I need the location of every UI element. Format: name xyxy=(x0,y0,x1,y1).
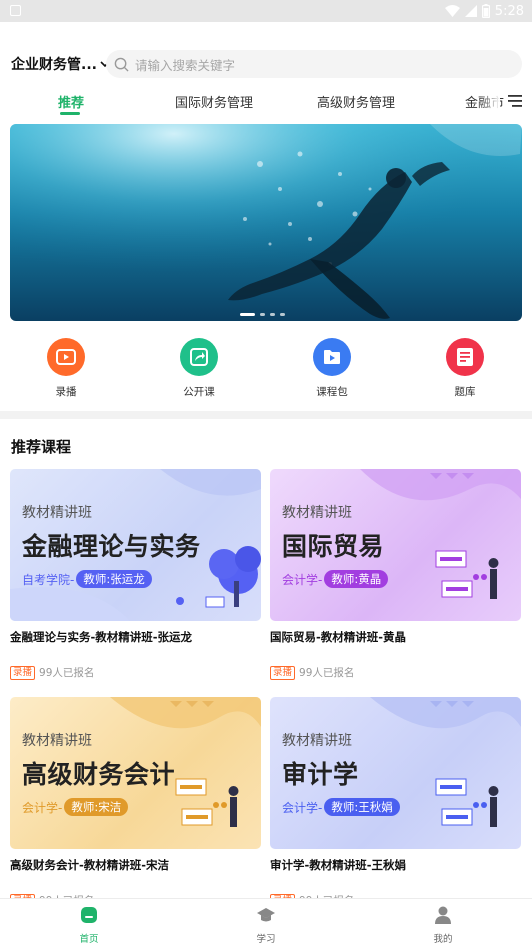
status-bar: 5:28 xyxy=(0,0,532,22)
course-cover: 教材精讲班 审计学 会计学- 教师:王秋娟 xyxy=(270,697,521,849)
category-label: 企业财务管... xyxy=(11,57,97,73)
carousel-dot[interactable] xyxy=(270,313,275,316)
bottom-nav: 首页 学习 我的 xyxy=(0,898,532,944)
course-name: 金融理论与实务-教材精讲班-张运龙 xyxy=(10,630,193,644)
cover-school: 自考学院- xyxy=(22,572,75,587)
tab-fade xyxy=(480,90,500,116)
nav-home[interactable]: 首页 xyxy=(59,905,119,944)
category-tabs: 推荐 国际财务管理 高级财务管理 金融市 xyxy=(0,86,532,120)
graduation-cap-icon xyxy=(257,908,275,922)
nav-label: 我的 xyxy=(433,934,453,944)
carousel-dot[interactable] xyxy=(260,313,265,316)
quick-link-label: 录播 xyxy=(55,386,77,398)
cover-label: 教材精讲班 xyxy=(282,505,352,521)
course-card[interactable]: 教材精讲班 审计学 会计学- 教师:王秋娟 审计学-教材精讲班-王秋娟 录播 9… xyxy=(270,697,521,908)
active-tab-indicator xyxy=(60,112,80,115)
wifi-icon xyxy=(444,5,460,17)
course-meta: 录播 99人已报名 xyxy=(270,665,354,680)
banner-image xyxy=(10,124,522,321)
course-name: 高级财务会计-教材精讲班-宋洁 xyxy=(10,858,170,872)
course-cover: 教材精讲班 高级财务会计 会计学- 教师:宋洁 xyxy=(10,697,261,849)
search-input[interactable]: 请输入搜索关键字 xyxy=(135,55,235,74)
banner-carousel[interactable] xyxy=(10,124,522,321)
cover-subtitle: 自考学院- 教师:张运龙 xyxy=(22,570,152,588)
section-divider xyxy=(0,411,532,419)
quick-link-question-bank[interactable]: 题库 xyxy=(430,338,500,399)
quick-link-label: 课程包 xyxy=(316,386,348,398)
recorded-tag: 录播 xyxy=(10,665,36,680)
teacher-badge: 教师:宋洁 xyxy=(64,798,129,816)
nav-study[interactable]: 学习 xyxy=(236,905,296,944)
notification-icon xyxy=(10,5,21,16)
menu-icon[interactable] xyxy=(506,94,524,108)
cover-label: 教材精讲班 xyxy=(22,505,92,521)
battery-icon xyxy=(481,4,490,18)
enrolled-count: 99人已报名 xyxy=(299,667,355,679)
cover-title: 高级财务会计 xyxy=(22,760,176,789)
category-selector[interactable]: 企业财务管... xyxy=(11,54,110,74)
course-cover: 教材精讲班 国际贸易 会计学- 教师:黄晶 xyxy=(270,469,521,621)
document-icon xyxy=(446,338,484,376)
recorded-tag: 录播 xyxy=(270,665,296,680)
status-icons: 5:28 xyxy=(444,3,524,19)
cover-label: 教材精讲班 xyxy=(22,733,92,749)
teacher-badge: 教师:张运龙 xyxy=(76,570,152,588)
teacher-badge: 教师:黄晶 xyxy=(324,570,389,588)
signal-icon xyxy=(464,5,477,17)
course-card[interactable]: 教材精讲班 高级财务会计 会计学- 教师:宋洁 高级财务会计-教材精讲班-宋洁 … xyxy=(10,697,261,908)
cover-subtitle: 会计学- 教师:黄晶 xyxy=(282,570,389,588)
course-name: 国际贸易-教材精讲班-黄晶 xyxy=(270,630,407,644)
cover-school: 会计学- xyxy=(282,800,323,815)
nav-label: 首页 xyxy=(79,934,99,944)
home-icon xyxy=(81,907,97,923)
cover-title: 审计学 xyxy=(282,760,359,789)
course-card[interactable]: 教材精讲班 国际贸易 会计学- 教师:黄晶 国际贸易-教材精讲班-黄晶 录播 9… xyxy=(270,469,521,680)
quick-link-label: 题库 xyxy=(454,386,476,398)
nav-profile[interactable]: 我的 xyxy=(413,905,473,944)
search-bar[interactable]: 请输入搜索关键字 xyxy=(106,50,522,78)
course-cover: 教材精讲班 金融理论与实务 自考学院- 教师:张运龙 xyxy=(10,469,261,621)
quick-link-label: 公开课 xyxy=(183,386,215,398)
cover-title: 金融理论与实务 xyxy=(22,532,201,561)
video-icon xyxy=(47,338,85,376)
cover-school: 会计学- xyxy=(22,800,63,815)
carousel-dot[interactable] xyxy=(240,313,255,316)
nav-label: 学习 xyxy=(256,934,276,944)
share-icon xyxy=(180,338,218,376)
quick-link-course-pack[interactable]: 课程包 xyxy=(297,338,367,399)
cover-label: 教材精讲班 xyxy=(282,733,352,749)
course-name: 审计学-教材精讲班-王秋娟 xyxy=(270,858,407,872)
quick-link-open-class[interactable]: 公开课 xyxy=(164,338,234,399)
section-title: 推荐课程 xyxy=(11,438,72,456)
carousel-dot[interactable] xyxy=(280,313,285,316)
video-folder-icon xyxy=(313,338,351,376)
enrolled-count: 99人已报名 xyxy=(39,667,95,679)
search-icon xyxy=(114,57,129,72)
tab-recommended[interactable]: 推荐 xyxy=(58,92,84,111)
cover-subtitle: 会计学- 教师:宋洁 xyxy=(22,798,129,816)
status-time: 5:28 xyxy=(494,3,524,19)
cover-title: 国际贸易 xyxy=(282,532,385,561)
course-card[interactable]: 教材精讲班 金融理论与实务 自考学院- 教师:张运龙 金融理论与实务-教材精讲班… xyxy=(10,469,261,680)
course-meta: 录播 99人已报名 xyxy=(10,665,94,680)
header: 企业财务管... 请输入搜索关键字 xyxy=(0,46,532,82)
tab-advanced-finance[interactable]: 高级财务管理 xyxy=(317,92,395,111)
teacher-badge: 教师:王秋娟 xyxy=(324,798,400,816)
cover-school: 会计学- xyxy=(282,572,323,587)
profile-icon xyxy=(435,906,451,924)
quick-link-recorded[interactable]: 录播 xyxy=(31,338,101,399)
carousel-dots xyxy=(240,313,285,316)
tab-international-finance[interactable]: 国际财务管理 xyxy=(175,92,253,111)
cover-subtitle: 会计学- 教师:王秋娟 xyxy=(282,798,400,816)
